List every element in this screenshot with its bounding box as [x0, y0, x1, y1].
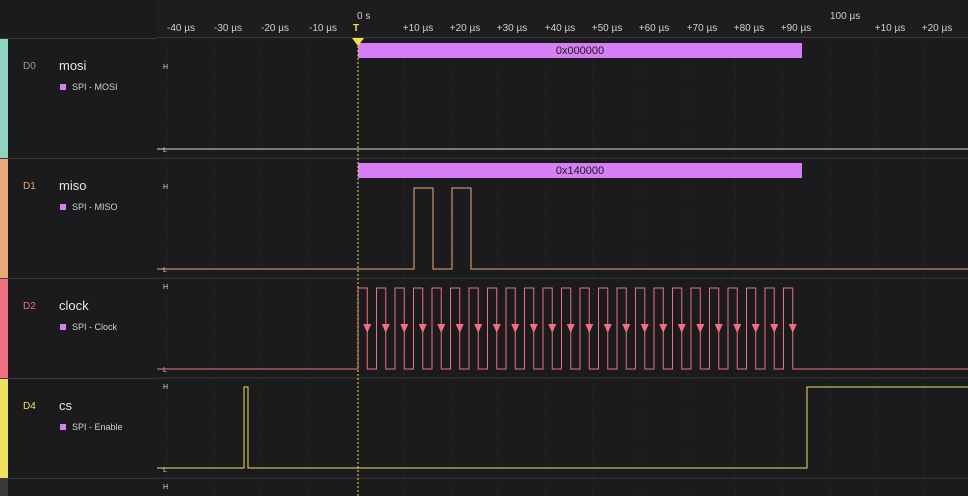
channel-color-strip [0, 279, 8, 378]
tick-label: +80 µs [733, 23, 765, 34]
clock-edge-arrow-icon [770, 324, 779, 333]
clock-edge-arrow-icon [603, 324, 612, 333]
clock-edge-arrow-icon [511, 324, 520, 333]
clock-edge-arrow-icon [696, 324, 705, 333]
major-time-label: 100 µs [830, 11, 861, 22]
level-high-label: H [163, 64, 168, 71]
analyzer-tag[interactable]: SPI - Enable [60, 422, 123, 432]
channel-sidebar: D0 mosi SPI - MOSI D1 miso SPI - MISO D2… [0, 0, 157, 496]
level-low-label: L [163, 367, 167, 374]
analyzer-color-icon [60, 84, 66, 90]
analyzer-color-icon [60, 324, 66, 330]
tick-label: +40 µs [544, 23, 576, 34]
level-high-label: H [163, 284, 168, 291]
channel-color-strip [0, 39, 8, 158]
level-high-label: H [163, 384, 168, 391]
tick-label: +10 µs [874, 23, 906, 34]
clock-edge-arrow-icon [714, 324, 723, 333]
clock-edge-arrow-icon [381, 324, 390, 333]
tick-label: +90 µs [780, 23, 812, 34]
channel-row-d1[interactable]: D1 miso SPI - MISO [0, 158, 157, 278]
channel-id: D4 [23, 401, 36, 412]
row-dividers [157, 157, 968, 479]
time-grid [166, 38, 925, 496]
miso-waveform [157, 187, 968, 270]
tick-label: +30 µs [496, 23, 528, 34]
channel-color-strip [0, 159, 8, 278]
tick-label: +60 µs [638, 23, 670, 34]
channel-id: D1 [23, 181, 36, 192]
channel-id: D2 [23, 301, 36, 312]
clock-edge-arrow-icon [640, 324, 649, 333]
cs-waveform [157, 386, 968, 469]
tick-label: -30 µs [214, 23, 242, 34]
clock-edge-arrow-icon [418, 324, 427, 333]
clock-edge-arrow-icon [677, 324, 686, 333]
channel-row-d2[interactable]: D2 clock SPI - Clock [0, 278, 157, 378]
major-time-label: 0 s [357, 11, 371, 22]
clock-waveform [157, 287, 968, 370]
channel-name[interactable]: clock [59, 298, 89, 313]
channel-row-partial[interactable] [0, 478, 157, 496]
clock-edge-arrow-icon [788, 324, 797, 333]
analyzer-label: SPI - MOSI [72, 82, 118, 92]
tick-label: +20 µs [921, 23, 953, 34]
trigger-label: T [353, 23, 360, 34]
mosi-decoded-frame[interactable]: 0x000000 [358, 43, 802, 58]
decoded-value: 0x000000 [556, 45, 604, 57]
miso-decoded-frame[interactable]: 0x140000 [358, 163, 802, 178]
analyzer-tag[interactable]: SPI - Clock [60, 322, 117, 332]
channel-color-strip [0, 379, 8, 478]
level-high-label: H [163, 484, 168, 491]
analyzer-color-icon [60, 424, 66, 430]
channel-name[interactable]: cs [59, 398, 72, 413]
tick-label: -20 µs [261, 23, 289, 34]
channel-name[interactable]: miso [59, 178, 86, 193]
analyzer-label: SPI - Clock [72, 322, 118, 332]
analyzer-tag[interactable]: SPI - MOSI [60, 82, 118, 92]
clock-edge-arrow-icon [492, 324, 501, 333]
channel-name[interactable]: mosi [59, 58, 86, 73]
decoded-value: 0x140000 [556, 165, 604, 177]
timeline-ruler[interactable]: 0 s 100 µs -40 µs -30 µs -20 µs -10 µs +… [157, 0, 968, 38]
clock-edge-arrow-icon [751, 324, 760, 333]
level-low-label: L [163, 267, 167, 274]
clock-edge-arrow-icon [455, 324, 464, 333]
level-low-label: L [163, 147, 167, 154]
tick-label: +50 µs [591, 23, 623, 34]
analyzer-label: SPI - Enable [72, 422, 123, 432]
clock-edge-arrow-icon [622, 324, 631, 333]
clock-edge-arrow-icon [585, 324, 594, 333]
channel-row-d4[interactable]: D4 cs SPI - Enable [0, 378, 157, 478]
level-high-label: H [163, 184, 168, 191]
analyzer-tag[interactable]: SPI - MISO [60, 202, 118, 212]
tick-label: +20 µs [449, 23, 481, 34]
tick-label: -10 µs [309, 23, 337, 34]
analyzer-label: SPI - MISO [72, 202, 118, 212]
analyzer-color-icon [60, 204, 66, 210]
clock-edge-arrow-icon [548, 324, 557, 333]
clock-edge-arrow-icon [529, 324, 538, 333]
clock-edge-arrow-icon [400, 324, 409, 333]
waveform-area[interactable]: H L H L H L H L H 0x000000 0x140000 [157, 38, 968, 496]
channel-id: D0 [23, 61, 36, 72]
tick-label: -40 µs [167, 23, 195, 34]
clock-edge-arrow-icon [474, 324, 483, 333]
tick-label: +70 µs [686, 23, 718, 34]
clock-edge-arrow-icon [566, 324, 575, 333]
clock-edge-arrow-icon [733, 324, 742, 333]
clock-edge-arrow-icon [437, 324, 446, 333]
clock-edge-arrow-icon [659, 324, 668, 333]
clock-edge-arrow-icon [363, 324, 372, 333]
tick-label: +10 µs [402, 23, 434, 34]
channel-row-d0[interactable]: D0 mosi SPI - MOSI [0, 38, 157, 158]
channel-color-strip [0, 479, 8, 496]
